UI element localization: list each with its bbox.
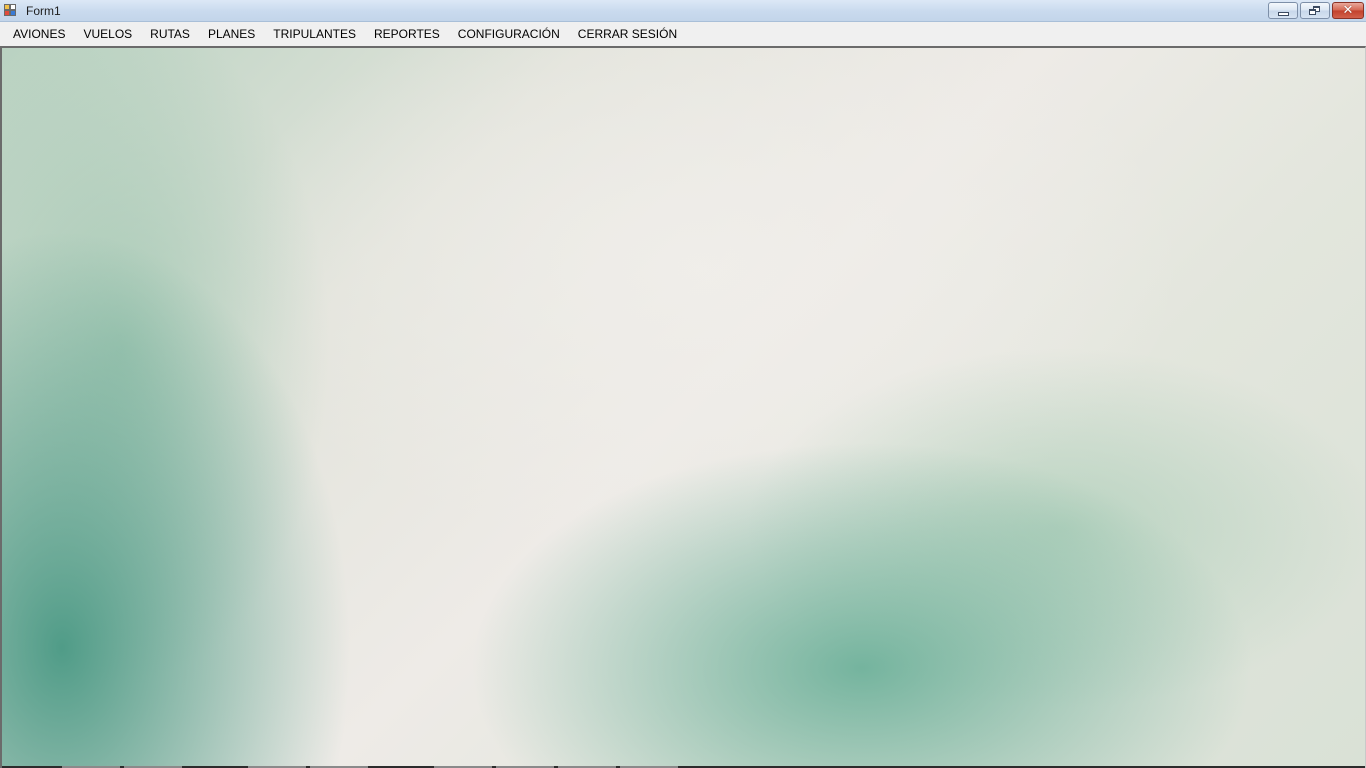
minimize-icon xyxy=(1277,11,1289,16)
menu-item-planes[interactable]: PLANES xyxy=(199,23,264,45)
restore-button[interactable] xyxy=(1300,2,1330,19)
menu-item-vuelos[interactable]: VUELOS xyxy=(74,23,141,45)
main-window: Form1 ✕ AVIONES VUELOS RUTAS PLANES TRIP… xyxy=(0,0,1366,768)
minimize-button[interactable] xyxy=(1268,2,1298,19)
app-icon-square xyxy=(10,10,16,16)
app-icon xyxy=(4,4,17,17)
menu-item-rutas[interactable]: RUTAS xyxy=(141,23,199,45)
menu-item-cerrar-sesion[interactable]: CERRAR SESIÓN xyxy=(569,23,686,45)
close-button[interactable]: ✕ xyxy=(1332,2,1364,19)
restore-icon xyxy=(1309,5,1321,16)
menu-bar: AVIONES VUELOS RUTAS PLANES TRIPULANTES … xyxy=(0,22,1366,46)
close-icon: ✕ xyxy=(1342,3,1354,18)
title-bar[interactable]: Form1 ✕ xyxy=(0,0,1366,22)
menu-item-configuracion[interactable]: CONFIGURACIÓN xyxy=(449,23,569,45)
mdi-client-area[interactable] xyxy=(0,46,1366,768)
window-title: Form1 xyxy=(26,4,61,18)
menu-item-aviones[interactable]: AVIONES xyxy=(4,23,74,45)
menu-item-reportes[interactable]: REPORTES xyxy=(365,23,449,45)
menu-item-tripulantes[interactable]: TRIPULANTES xyxy=(264,23,365,45)
